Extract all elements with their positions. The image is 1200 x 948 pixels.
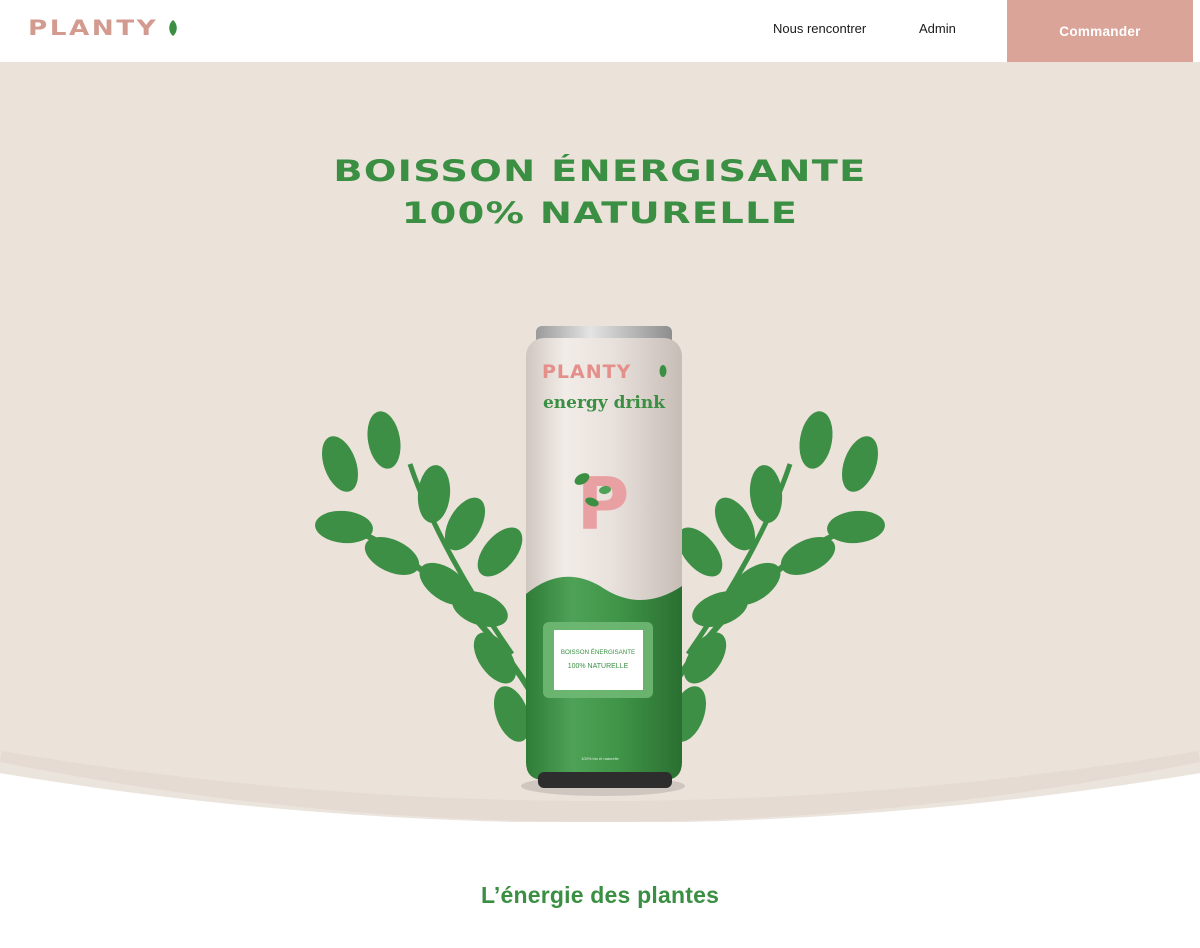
can-subtitle: energy drink xyxy=(543,393,666,413)
site-header: PLANTY Nous rencontrer Admin Commander xyxy=(0,0,1200,62)
logo-link[interactable]: PLANTY xyxy=(28,16,178,40)
can-label-line1: BOISSON ÉNERGISANTE xyxy=(561,649,635,656)
header-edge xyxy=(1193,0,1200,62)
order-button[interactable]: Commander xyxy=(1007,0,1193,62)
right-branch xyxy=(663,408,887,747)
can-fine-print: 100% bio et naturelle xyxy=(581,756,619,761)
logo-text: PLANTY xyxy=(28,16,159,40)
page: PLANTY Nous rencontrer Admin Commander B… xyxy=(0,0,1200,948)
leaf-icon xyxy=(169,20,177,36)
nav-admin-link[interactable]: Admin xyxy=(919,21,956,36)
section-title: L’énergie des plantes xyxy=(480,882,720,908)
hero-section: BOISSON ÉNERGISANTE 100% NATURELLE PLANT… xyxy=(0,62,1200,822)
product-illustration: PLANTY energy drink P BOISSON ÉNERGISANT… xyxy=(313,326,887,796)
nav-meet-link[interactable]: Nous rencontrer xyxy=(773,21,866,36)
hero-title-line2: 100% NATURELLE xyxy=(401,196,799,230)
can-brand: PLANTY xyxy=(542,361,631,383)
can-label-line2: 100% NATURELLE xyxy=(568,663,629,670)
left-branch xyxy=(313,408,537,747)
energy-can: PLANTY energy drink P BOISSON ÉNERGISANT… xyxy=(521,326,685,796)
hero-title-line1: BOISSON ÉNERGISANTE xyxy=(333,154,867,188)
hero-title: BOISSON ÉNERGISANTE 100% NATURELLE xyxy=(0,150,1200,234)
